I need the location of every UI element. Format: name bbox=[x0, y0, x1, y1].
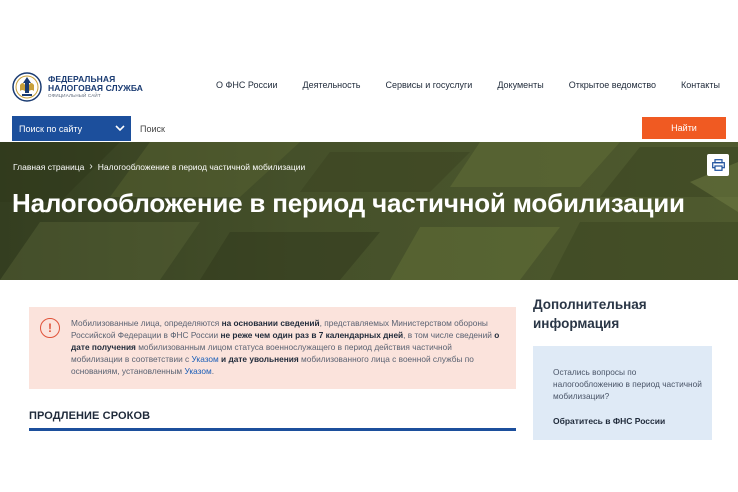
fns-emblem-icon bbox=[12, 72, 42, 102]
logo-line-3: ОФИЦИАЛЬНЫЙ САЙТ bbox=[48, 93, 101, 99]
notice-bold-part: и дате увольнения bbox=[218, 354, 299, 364]
exclamation-circle-icon: ! bbox=[40, 318, 60, 338]
sidebar-help-card: Остались вопросы по налогообложению в пе… bbox=[533, 346, 712, 440]
nav-item-documents[interactable]: Документы bbox=[497, 80, 543, 90]
page-title: Налогообложение в период частичной мобил… bbox=[12, 188, 685, 218]
sidebar-question: Остались вопросы по налогообложению в пе… bbox=[553, 367, 702, 401]
main-content: ! Мобилизованные лица, определяются на о… bbox=[12, 280, 728, 440]
chevron-right-icon: › bbox=[89, 161, 93, 172]
decree-link[interactable]: Указом bbox=[191, 354, 218, 364]
breadcrumb-home[interactable]: Главная страница bbox=[13, 162, 84, 172]
sidebar-title: Дополнительная информация bbox=[533, 297, 647, 331]
nav-item-open-agency[interactable]: Открытое ведомство bbox=[569, 80, 656, 90]
notice-bold-part: не реже чем один раз в 7 календарных дне… bbox=[220, 330, 404, 340]
site-header: ФЕДЕРАЛЬНАЯ НАЛОГОВАЯ СЛУЖБА ОФИЦИАЛЬНЫЙ… bbox=[0, 62, 738, 114]
chevron-down-icon bbox=[115, 125, 125, 132]
contact-fns-link[interactable]: Обратитесь в ФНС России bbox=[553, 416, 665, 426]
search-scope-label: Поиск по сайту bbox=[19, 123, 83, 134]
decree-link[interactable]: Указом bbox=[184, 366, 211, 376]
printer-icon bbox=[711, 159, 725, 171]
hero-banner: Главная страница › Налогообложение в пер… bbox=[0, 142, 738, 280]
nav-item-activity[interactable]: Деятельность bbox=[303, 80, 361, 90]
site-logo[interactable]: ФЕДЕРАЛЬНАЯ НАЛОГОВАЯ СЛУЖБА ОФИЦИАЛЬНЫЙ… bbox=[12, 71, 143, 103]
logo-line-2: НАЛОГОВАЯ СЛУЖБА bbox=[48, 82, 143, 93]
notice-text-part: , в том числе сведений bbox=[403, 330, 495, 340]
section-title: ПРОДЛЕНИЕ СРОКОВ bbox=[29, 410, 151, 422]
section-divider bbox=[29, 428, 516, 431]
nav-item-contacts[interactable]: Контакты bbox=[681, 80, 720, 90]
search-bar: Поиск по сайту Найти bbox=[12, 116, 728, 141]
search-input[interactable] bbox=[131, 116, 642, 141]
notice-text-part: . bbox=[211, 366, 215, 376]
nav-item-about[interactable]: О ФНС России bbox=[216, 80, 278, 90]
main-nav: О ФНС России Деятельность Сервисы и госу… bbox=[216, 80, 720, 90]
notice-text-part: Мобилизованные лица, определяются bbox=[71, 318, 222, 328]
notice-text: Мобилизованные лица, определяются на осн… bbox=[71, 317, 501, 377]
notice-bold-part: на основании сведений bbox=[221, 318, 320, 328]
breadcrumb-current: Налогообложение в период частичной мобил… bbox=[97, 161, 306, 172]
breadcrumb: Главная страница › Налогообложение в пер… bbox=[13, 161, 305, 172]
logo-text: ФЕДЕРАЛЬНАЯ НАЛОГОВАЯ СЛУЖБА ОФИЦИАЛЬНЫЙ… bbox=[48, 75, 143, 99]
print-button[interactable] bbox=[707, 154, 729, 176]
search-button[interactable]: Найти bbox=[642, 117, 726, 139]
nav-item-services[interactable]: Сервисы и госуслуги bbox=[385, 80, 472, 90]
info-notice: ! Мобилизованные лица, определяются на о… bbox=[29, 307, 516, 389]
search-scope-dropdown[interactable]: Поиск по сайту bbox=[12, 116, 131, 141]
